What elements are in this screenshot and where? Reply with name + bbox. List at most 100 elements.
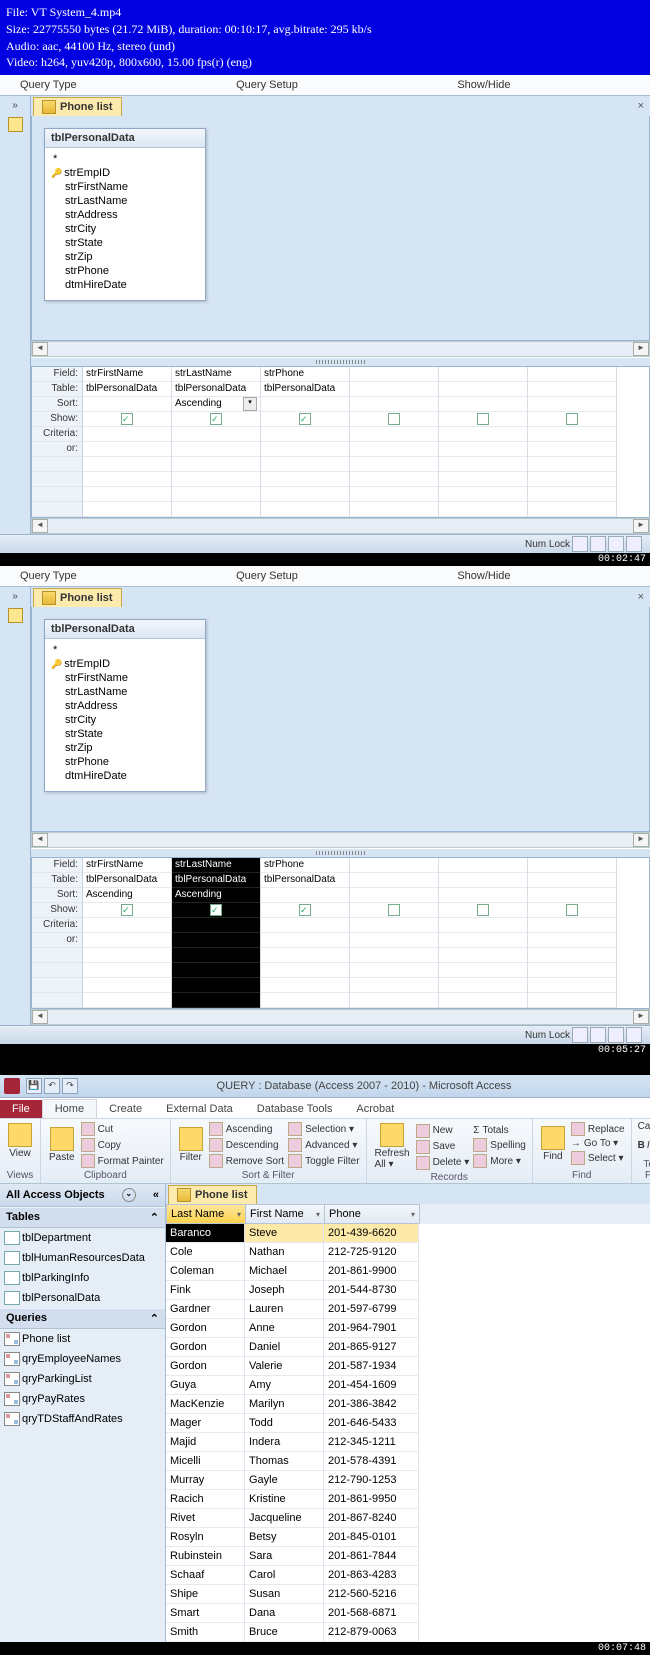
view-sql-icon[interactable] bbox=[608, 1027, 624, 1043]
field-strEmpID[interactable]: strEmpID bbox=[49, 166, 201, 180]
tab-show-hide[interactable]: Show/Hide bbox=[437, 77, 530, 93]
cell[interactable]: Majid bbox=[166, 1433, 245, 1452]
cell[interactable]: Susan bbox=[245, 1585, 324, 1604]
field-strZip[interactable]: strZip bbox=[49, 741, 201, 755]
qbe-column[interactable]: strLastNametblPersonalDataAscending▾ bbox=[172, 367, 261, 517]
nav-shutter[interactable]: » bbox=[0, 96, 31, 534]
tab-show-hide[interactable]: Show/Hide bbox=[437, 568, 530, 584]
qbe-grid[interactable]: Field:Table:Sort:Show:Criteria:or: strFi… bbox=[31, 367, 650, 518]
scroll-right-icon[interactable]: ► bbox=[633, 519, 649, 533]
table-row[interactable]: BarancoSteve201-439-6620 bbox=[166, 1224, 650, 1243]
field-strPhone[interactable]: strPhone bbox=[49, 264, 201, 278]
show-checkbox[interactable] bbox=[299, 413, 311, 425]
field-strPhone[interactable]: strPhone bbox=[49, 755, 201, 769]
table-row[interactable]: GordonDaniel201-865-9127 bbox=[166, 1338, 650, 1357]
cell[interactable]: Baranco bbox=[166, 1224, 245, 1243]
cell[interactable]: 201-865-9127 bbox=[324, 1338, 419, 1357]
cell[interactable]: Rosyln bbox=[166, 1528, 245, 1547]
dropdown-icon[interactable]: ▾ bbox=[237, 1210, 241, 1219]
cell[interactable]: Gordon bbox=[166, 1319, 245, 1338]
more-button[interactable]: More ▾ bbox=[473, 1153, 526, 1169]
cell[interactable]: Todd bbox=[245, 1414, 324, 1433]
tab-query-type[interactable]: Query Type bbox=[0, 77, 97, 93]
tab-query-setup[interactable]: Query Setup bbox=[216, 568, 318, 584]
cell[interactable]: 201-964-7901 bbox=[324, 1319, 419, 1338]
view-datasheet-icon[interactable] bbox=[572, 536, 588, 552]
new-button[interactable]: New bbox=[416, 1123, 470, 1139]
show-checkbox[interactable] bbox=[477, 904, 489, 916]
cell[interactable]: Smart bbox=[166, 1604, 245, 1623]
table-row[interactable]: SchaafCarol201-863-4283 bbox=[166, 1566, 650, 1585]
remove-sort-button[interactable]: Remove Sort bbox=[209, 1153, 284, 1169]
cell[interactable]: 201-861-9950 bbox=[324, 1490, 419, 1509]
dropdown-icon[interactable]: ▾ bbox=[243, 397, 257, 411]
field-strState[interactable]: strState bbox=[49, 236, 201, 250]
nav-collapse-icon[interactable]: « bbox=[153, 1189, 159, 1201]
spelling-button[interactable]: Spelling bbox=[473, 1137, 526, 1153]
table-row[interactable]: MicelliThomas201-578-4391 bbox=[166, 1452, 650, 1471]
cell[interactable]: 212-879-0063 bbox=[324, 1623, 419, 1642]
qbe-column[interactable] bbox=[528, 858, 617, 1008]
table-row[interactable]: ColemanMichael201-861-9900 bbox=[166, 1262, 650, 1281]
scroll-left-icon[interactable]: ◄ bbox=[32, 342, 48, 356]
doc-tab-phone-list[interactable]: Phone list bbox=[168, 1185, 257, 1204]
cell[interactable]: Bruce bbox=[245, 1623, 324, 1642]
show-checkbox[interactable] bbox=[121, 413, 133, 425]
query-design-surface[interactable]: tblPersonalData * strEmpIDstrFirstNamest… bbox=[31, 607, 650, 832]
qbe-grid[interactable]: Field:Table:Sort:Show:Criteria:or: strFi… bbox=[31, 858, 650, 1009]
cell[interactable]: Marilyn bbox=[245, 1395, 324, 1414]
dropdown-icon[interactable]: ▾ bbox=[316, 1210, 320, 1219]
cell[interactable]: Rubinstein bbox=[166, 1547, 245, 1566]
qbe-column[interactable] bbox=[528, 367, 617, 517]
tab-query-type[interactable]: Query Type bbox=[0, 568, 97, 584]
cell[interactable]: 201-386-3842 bbox=[324, 1395, 419, 1414]
col-header-last-name[interactable]: Last Name▾ bbox=[166, 1204, 246, 1224]
toggle-filter-button[interactable]: Toggle Filter bbox=[288, 1153, 359, 1169]
cell[interactable]: 201-454-1609 bbox=[324, 1376, 419, 1395]
cut-button[interactable]: Cut bbox=[81, 1121, 164, 1137]
cell[interactable]: Gordon bbox=[166, 1338, 245, 1357]
qbe-column[interactable]: strLastNametblPersonalDataAscending bbox=[172, 858, 261, 1008]
cell[interactable]: 212-725-9120 bbox=[324, 1243, 419, 1262]
field-strCity[interactable]: strCity bbox=[49, 713, 201, 727]
cell[interactable]: Shipe bbox=[166, 1585, 245, 1604]
cell[interactable]: 201-646-5433 bbox=[324, 1414, 419, 1433]
hscroll-upper[interactable]: ◄ ► bbox=[31, 341, 650, 357]
qbe-column[interactable] bbox=[350, 858, 439, 1008]
tab-database-tools[interactable]: Database Tools bbox=[245, 1100, 345, 1118]
italic-button[interactable]: I bbox=[647, 1140, 650, 1151]
scroll-left-icon[interactable]: ◄ bbox=[32, 833, 48, 847]
selection-button[interactable]: Selection ▾ bbox=[288, 1121, 359, 1137]
find-button[interactable]: Find bbox=[539, 1124, 567, 1164]
navigation-pane[interactable]: All Access Objects ⌄ « Tables⌃ tblDepart… bbox=[0, 1184, 166, 1642]
view-other-icon[interactable] bbox=[626, 536, 642, 552]
view-sql-icon[interactable] bbox=[608, 536, 624, 552]
cell[interactable]: Racich bbox=[166, 1490, 245, 1509]
hscroll-lower[interactable]: ◄► bbox=[31, 1009, 650, 1025]
cell[interactable]: 212-345-1211 bbox=[324, 1433, 419, 1452]
nav-query-Phone-list[interactable]: Phone list bbox=[0, 1329, 165, 1349]
table-row[interactable]: MurrayGayle212-790-1253 bbox=[166, 1471, 650, 1490]
group-tables-header[interactable]: Tables⌃ bbox=[0, 1207, 165, 1228]
cell[interactable]: Rivet bbox=[166, 1509, 245, 1528]
collapse-icon[interactable]: ⌃ bbox=[150, 1312, 159, 1325]
cell[interactable]: Gardner bbox=[166, 1300, 245, 1319]
advanced-button[interactable]: Advanced ▾ bbox=[288, 1137, 359, 1153]
nav-query-qryTDStaffAndRates[interactable]: qryTDStaffAndRates bbox=[0, 1409, 165, 1429]
hscroll-upper[interactable]: ◄► bbox=[31, 832, 650, 848]
doc-tab-phone-list[interactable]: Phone list bbox=[33, 97, 122, 116]
cell[interactable]: 201-578-4391 bbox=[324, 1452, 419, 1471]
show-checkbox[interactable] bbox=[210, 904, 222, 916]
cell[interactable]: 201-544-8730 bbox=[324, 1281, 419, 1300]
cell[interactable]: 201-439-6620 bbox=[324, 1224, 419, 1243]
cell[interactable]: Mager bbox=[166, 1414, 245, 1433]
qbe-column[interactable] bbox=[439, 367, 528, 517]
expand-nav-icon[interactable]: » bbox=[12, 591, 18, 602]
table-row[interactable]: RubinsteinSara201-861-7844 bbox=[166, 1547, 650, 1566]
nav-table-tblPersonalData[interactable]: tblPersonalData bbox=[0, 1288, 165, 1308]
field-dtmHireDate[interactable]: dtmHireDate bbox=[49, 278, 201, 292]
field-strLastName[interactable]: strLastName bbox=[49, 685, 201, 699]
table-row[interactable]: MacKenzieMarilyn201-386-3842 bbox=[166, 1395, 650, 1414]
cell[interactable]: Schaaf bbox=[166, 1566, 245, 1585]
field-strAddress[interactable]: strAddress bbox=[49, 699, 201, 713]
